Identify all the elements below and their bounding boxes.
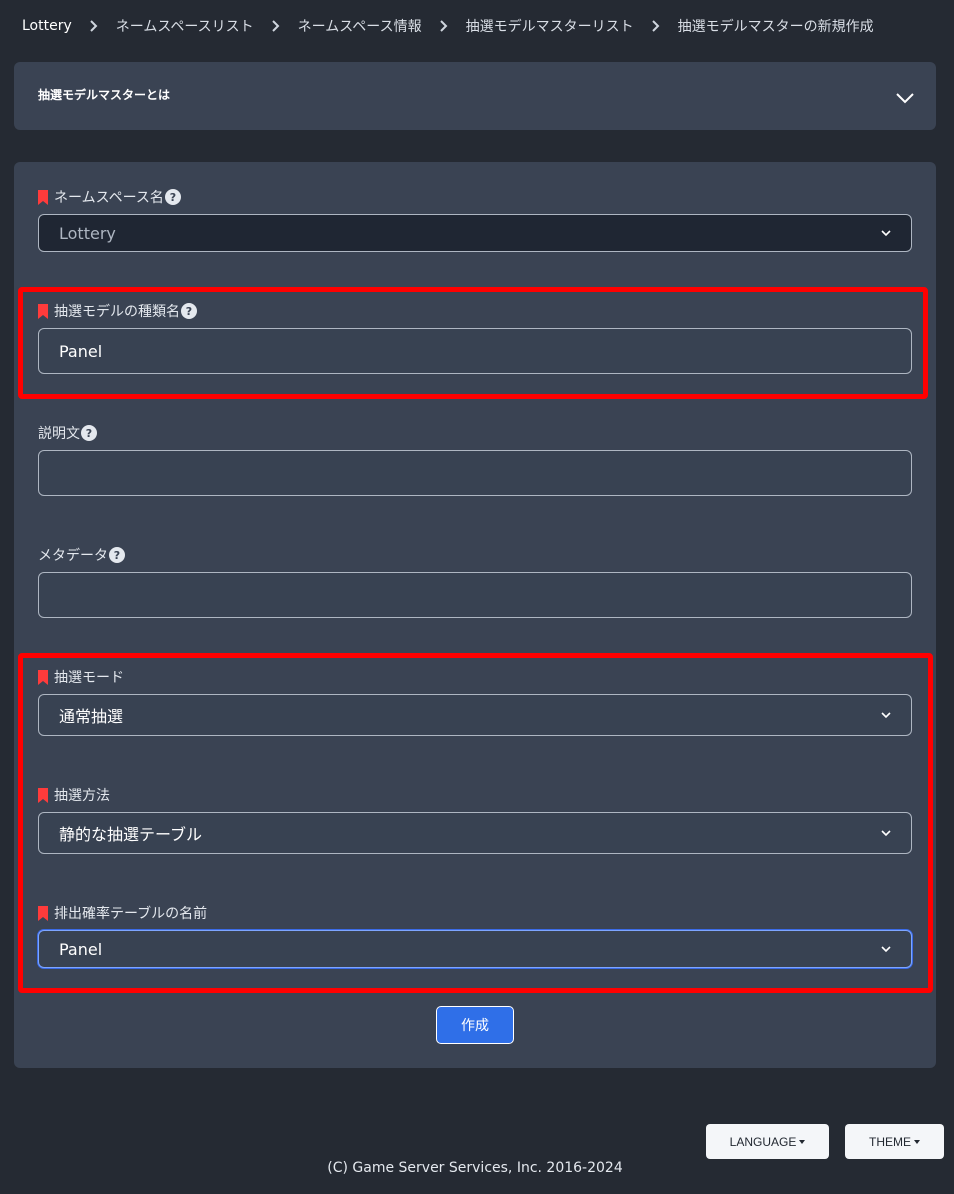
- table-name-select-value: Panel: [59, 939, 103, 959]
- model-name-label: 抽選モデルの種類名 ?: [38, 301, 197, 321]
- breadcrumb-lottery[interactable]: Lottery: [22, 18, 72, 34]
- chevron-right-icon: [634, 20, 678, 32]
- help-icon[interactable]: ?: [164, 189, 181, 205]
- metadata-label: メタデータ ?: [38, 545, 125, 565]
- caret-down-icon: [914, 1139, 920, 1144]
- breadcrumb-namespace-info[interactable]: ネームスペース情報: [298, 16, 422, 36]
- caret-down-icon: [799, 1139, 806, 1144]
- language-dropdown[interactable]: LANGUAGE: [706, 1124, 829, 1159]
- chevron-right-icon: [254, 20, 298, 32]
- help-icon[interactable]: ?: [181, 303, 197, 319]
- breadcrumb-namespace-list[interactable]: ネームスペースリスト: [116, 16, 254, 36]
- bookmark-icon: [38, 905, 48, 921]
- create-button[interactable]: 作成: [436, 1006, 514, 1044]
- method-select[interactable]: 静的な抽選テーブル: [38, 812, 912, 854]
- bookmark-icon: [38, 787, 48, 803]
- about-accordion[interactable]: 抽選モデルマスターとは: [14, 62, 936, 130]
- bookmark-icon: [38, 303, 48, 319]
- help-icon[interactable]: ?: [109, 547, 125, 563]
- method-label-text: 抽選方法: [54, 788, 110, 804]
- method-label: 抽選方法: [38, 785, 110, 805]
- chevron-down-icon: [881, 712, 891, 719]
- mode-select[interactable]: 通常抽選: [38, 694, 912, 736]
- theme-dropdown[interactable]: THEME: [845, 1124, 944, 1159]
- namespace-select[interactable]: Lottery: [38, 214, 912, 252]
- bookmark-icon: [38, 669, 48, 685]
- namespace-label-text: ネームスペース名: [54, 190, 164, 206]
- chevron-down-icon: [881, 230, 891, 237]
- mode-select-value: 通常抽選: [59, 707, 124, 726]
- copyright: (C) Game Server Services, Inc. 2016-2024: [327, 1160, 623, 1176]
- model-name-label-text: 抽選モデルの種類名: [54, 304, 180, 320]
- theme-label: THEME: [869, 1134, 911, 1149]
- metadata-label-text: メタデータ: [38, 548, 108, 564]
- table-name-select[interactable]: Panel: [38, 930, 912, 968]
- namespace-label: ネームスペース名 ?: [38, 187, 181, 207]
- model-name-input[interactable]: Panel: [38, 328, 912, 374]
- language-label: LANGUAGE: [729, 1134, 797, 1149]
- breadcrumb: Lottery ネームスペースリスト ネームスペース情報 抽選モデルマスターリス…: [22, 14, 874, 38]
- chevron-down-icon: [881, 830, 891, 837]
- description-label: 説明文 ?: [38, 423, 97, 443]
- description-label-text: 説明文: [38, 426, 80, 442]
- mode-label-text: 抽選モード: [54, 670, 124, 686]
- about-title: 抽選モデルマスターとは: [38, 87, 171, 102]
- help-icon[interactable]: ?: [81, 425, 97, 441]
- breadcrumb-model-master-list[interactable]: 抽選モデルマスターリスト: [466, 16, 634, 36]
- table-name-label: 排出確率テーブルの名前: [38, 903, 207, 923]
- bookmark-icon: [38, 189, 48, 205]
- model-name-input-value: Panel: [59, 341, 103, 361]
- chevron-right-icon: [72, 20, 116, 32]
- method-select-value: 静的な抽選テーブル: [59, 825, 203, 844]
- create-form: ネームスペース名 ? Lottery 抽選モデルの種類名 ? Panel 説明文…: [14, 162, 936, 1068]
- namespace-select-value: Lottery: [59, 223, 116, 243]
- table-name-label-text: 排出確率テーブルの名前: [54, 906, 208, 922]
- chevron-right-icon: [422, 20, 466, 32]
- metadata-input[interactable]: [38, 572, 912, 618]
- chevron-down-icon: [896, 93, 914, 104]
- chevron-down-icon: [881, 946, 891, 953]
- breadcrumb-current-page: 抽選モデルマスターの新規作成: [677, 19, 874, 35]
- description-input[interactable]: [38, 450, 912, 496]
- mode-label: 抽選モード: [38, 667, 124, 687]
